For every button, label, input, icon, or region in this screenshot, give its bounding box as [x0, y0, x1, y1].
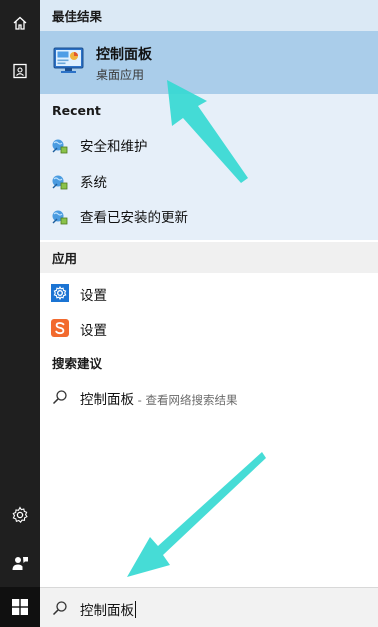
suggestion-text: 控制面板 - 查看网络搜索结果	[80, 388, 237, 408]
home-icon	[13, 16, 27, 30]
search-icon	[52, 601, 67, 616]
recent-item-installed-updates[interactable]: 查看已安装的更新	[40, 199, 378, 233]
taskbar-search-box[interactable]: 控制面板	[40, 587, 378, 627]
settings-icon	[12, 506, 28, 524]
app-item-label: 设置	[80, 288, 107, 304]
home-button[interactable]	[0, 3, 40, 43]
app-item-settings[interactable]: 设置	[40, 276, 378, 310]
recent-item-label: 查看已安装的更新	[80, 210, 188, 226]
web-search-suggestion[interactable]: 控制面板 - 查看网络搜索结果	[40, 380, 378, 414]
recent-item-label: 安全和维护	[80, 139, 148, 155]
start-button[interactable]	[0, 587, 40, 627]
sogou-s-icon	[51, 319, 69, 337]
notebook-icon	[13, 63, 27, 79]
app-item-sogou-settings[interactable]: 设置	[40, 311, 378, 345]
search-icon	[52, 390, 67, 405]
text-caret	[135, 601, 136, 618]
left-rail	[0, 0, 40, 627]
recent-section: Recent 安全和维护 系统 查看已安装的更新	[40, 94, 378, 240]
app-item-label: 设置	[80, 323, 107, 339]
notebook-button[interactable]	[0, 51, 40, 91]
settings-gear-icon	[51, 284, 69, 302]
search-suggestions-header: 搜索建议	[52, 356, 103, 371]
control-panel-item-icon	[52, 210, 68, 225]
windows-logo-icon	[12, 599, 28, 615]
suggestion-query: 控制面板	[80, 392, 134, 408]
control-panel-item-icon	[52, 139, 68, 154]
feedback-button[interactable]	[0, 543, 40, 583]
recent-item-system[interactable]: 系统	[40, 164, 378, 198]
search-input[interactable]: 控制面板	[80, 599, 136, 619]
apps-header-bar: 应用	[40, 242, 378, 273]
settings-button[interactable]	[0, 495, 40, 535]
feedback-icon	[12, 557, 28, 570]
best-match-item-control-panel[interactable]: 控制面板 桌面应用	[40, 31, 378, 94]
best-match-subtitle: 桌面应用	[96, 68, 145, 82]
best-match-section: 最佳结果 控制面板 桌面应用	[40, 0, 378, 94]
best-match-header: 最佳结果	[52, 9, 103, 24]
search-results-panel: 最佳结果 控制面板 桌面应用 Recent 安全和维护 系统 查看已安装的更新 …	[40, 0, 378, 587]
best-match-title: 控制面板	[96, 47, 152, 63]
apps-header: 应用	[52, 251, 78, 266]
search-input-value: 控制面板	[80, 603, 134, 619]
suggestion-hint: - 查看网络搜索结果	[134, 393, 238, 407]
control-panel-item-icon	[52, 175, 68, 190]
recent-item-security-maintenance[interactable]: 安全和维护	[40, 128, 378, 162]
recent-header: Recent	[52, 102, 101, 118]
recent-item-label: 系统	[80, 175, 107, 191]
control-panel-icon	[53, 47, 84, 73]
